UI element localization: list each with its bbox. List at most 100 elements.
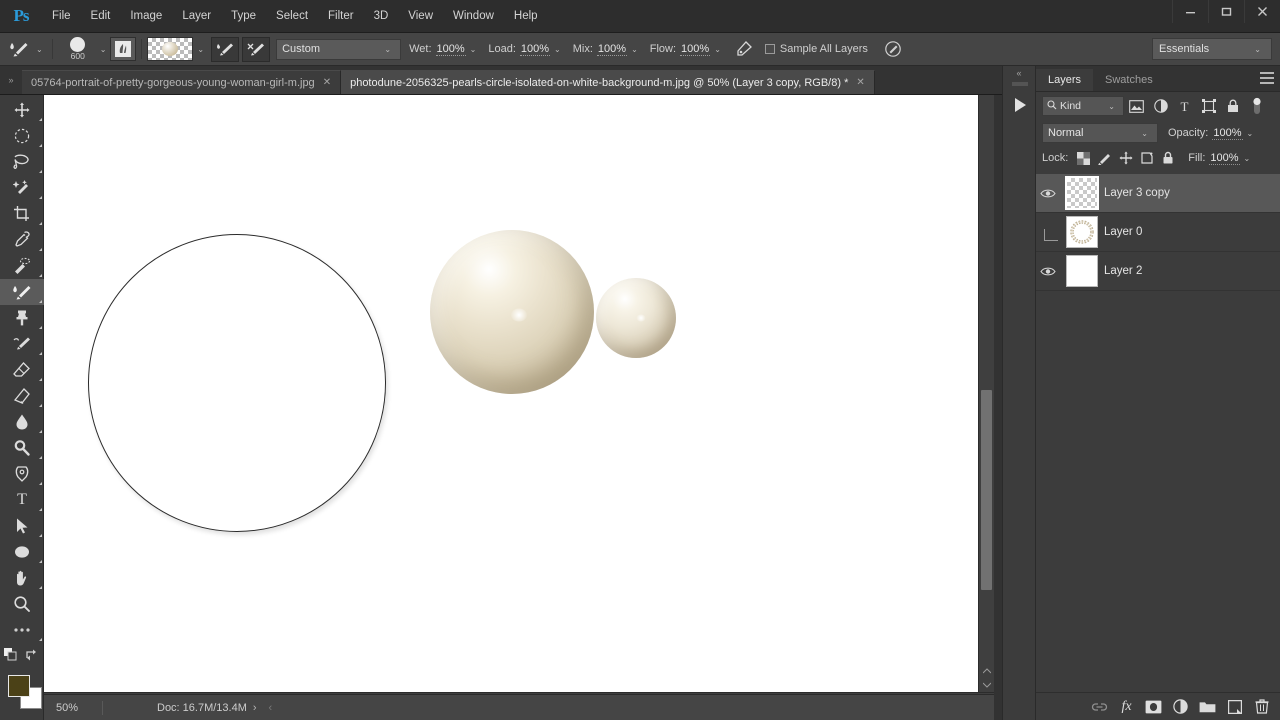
load-brush-after-stroke-icon[interactable] xyxy=(242,36,271,62)
layer-thumbnail[interactable] xyxy=(1060,213,1104,252)
mix-caret[interactable]: ⌄ xyxy=(627,45,642,54)
blend-mode-select[interactable]: Normal ⌄ xyxy=(1042,123,1158,143)
edit-toolbar-tool[interactable] xyxy=(0,617,44,643)
close-icon[interactable]: ✕ xyxy=(323,77,331,88)
sample-all-layers-checkbox[interactable]: Sample All Layers xyxy=(764,43,872,55)
wet-caret[interactable]: ⌄ xyxy=(466,45,481,54)
history-brush-tool[interactable] xyxy=(0,331,44,357)
smart-object-filter-icon[interactable] xyxy=(1221,95,1244,117)
layer-visibility-toggle[interactable] xyxy=(1036,213,1060,252)
pen-tool[interactable] xyxy=(0,461,44,487)
move-tool[interactable] xyxy=(0,97,44,123)
fill-caret[interactable]: ⌄ xyxy=(1240,154,1255,163)
new-layer-icon[interactable] xyxy=(1221,694,1248,720)
scroll-up-arrow[interactable] xyxy=(979,664,995,678)
zoom-tool[interactable] xyxy=(0,591,44,617)
tool-expand-triangle[interactable] xyxy=(39,196,42,199)
layer-name-label[interactable]: Layer 3 copy xyxy=(1104,187,1170,199)
menu-image[interactable]: Image xyxy=(120,0,172,33)
foreground-color-swatch[interactable] xyxy=(8,675,30,697)
quick-selection-tool[interactable] xyxy=(0,175,44,201)
clone-stamp-tool[interactable] xyxy=(0,305,44,331)
tool-expand-triangle[interactable] xyxy=(39,586,42,589)
tool-expand-triangle[interactable] xyxy=(39,456,42,459)
tool-expand-triangle[interactable] xyxy=(39,352,42,355)
brush-load-swatch-icon[interactable] xyxy=(147,37,194,61)
maximize-button[interactable] xyxy=(1208,0,1244,23)
zoom-level[interactable]: 50% xyxy=(44,702,96,714)
menu-file[interactable]: File xyxy=(42,0,81,33)
new-adjustment-layer-icon[interactable] xyxy=(1167,694,1194,720)
eraser-tool[interactable] xyxy=(0,357,44,383)
delete-layer-icon[interactable] xyxy=(1248,694,1275,720)
menu-window[interactable]: Window xyxy=(443,0,504,33)
tabbar-collapse-handle[interactable]: » xyxy=(0,65,22,94)
menu-help[interactable]: Help xyxy=(504,0,548,33)
checkbox-box[interactable] xyxy=(764,44,775,54)
layer-thumbnail[interactable] xyxy=(1060,252,1104,291)
load-field[interactable]: Load: 100% ⌄ xyxy=(488,43,564,56)
layer-row-2[interactable]: Layer 2 xyxy=(1036,252,1280,291)
panel-drag-grip[interactable] xyxy=(1003,80,1037,88)
spot-healing-brush-tool[interactable] xyxy=(0,253,44,279)
tool-expand-triangle[interactable] xyxy=(39,248,42,251)
minimize-button[interactable] xyxy=(1172,0,1208,23)
tool-expand-triangle[interactable] xyxy=(39,482,42,485)
close-icon[interactable]: ✕ xyxy=(856,77,864,88)
layer-thumbnail[interactable] xyxy=(1060,174,1104,213)
link-layers-icon[interactable] xyxy=(1086,694,1113,720)
layer-name-label[interactable]: Layer 0 xyxy=(1104,226,1142,238)
brush-preset-caret[interactable]: ⌄ xyxy=(96,45,111,54)
tool-expand-triangle[interactable] xyxy=(39,144,42,147)
mixer-brush-icon[interactable] xyxy=(6,37,32,61)
layer-name-label[interactable]: Layer 2 xyxy=(1104,265,1142,277)
document-tab-1[interactable]: 05764-portrait-of-pretty-gorgeous-young-… xyxy=(22,70,342,94)
tablet-pressure-icon[interactable] xyxy=(880,37,906,61)
eyedropper-tool[interactable] xyxy=(0,227,44,253)
menu-3d[interactable]: 3D xyxy=(364,0,399,33)
menu-view[interactable]: View xyxy=(398,0,443,33)
tool-expand-triangle[interactable] xyxy=(39,378,42,381)
flow-value[interactable]: 100% xyxy=(680,43,711,56)
wet-field[interactable]: Wet: 100% ⌄ xyxy=(409,43,480,56)
tool-expand-triangle[interactable] xyxy=(39,118,42,121)
load-value[interactable]: 100% xyxy=(519,43,551,56)
layer-filter-kind-select[interactable]: Kind ⌄ xyxy=(1042,96,1124,116)
airbrush-icon[interactable] xyxy=(731,37,757,61)
layer-style-fx-icon[interactable]: fx xyxy=(1113,694,1140,720)
wet-value[interactable]: 100% xyxy=(435,43,466,56)
type-layers-filter-icon[interactable]: T xyxy=(1173,95,1196,117)
lock-artboard-nesting-icon[interactable] xyxy=(1136,148,1157,168)
close-button[interactable] xyxy=(1244,0,1280,23)
clean-brush-icon[interactable] xyxy=(211,36,240,62)
lasso-tool[interactable] xyxy=(0,149,44,175)
menu-layer[interactable]: Layer xyxy=(172,0,221,33)
pixel-layers-filter-icon[interactable] xyxy=(1125,95,1148,117)
new-group-icon[interactable] xyxy=(1194,694,1221,720)
play-actions-icon[interactable] xyxy=(1003,88,1037,122)
tab-layers[interactable]: Layers xyxy=(1036,69,1094,91)
tool-expand-triangle[interactable] xyxy=(39,560,42,563)
canvas-vertical-scrollbar[interactable] xyxy=(978,95,994,692)
hand-tool[interactable] xyxy=(0,565,44,591)
horizontal-type-tool[interactable]: T xyxy=(0,487,44,513)
blur-tool[interactable] xyxy=(0,409,44,435)
layer-row-3-copy[interactable]: Layer 3 copy xyxy=(1036,174,1280,213)
ellipse-tool[interactable] xyxy=(0,539,44,565)
default-colors-icon[interactable] xyxy=(3,647,18,665)
tool-expand-triangle[interactable] xyxy=(39,638,42,641)
panel-menu-icon[interactable] xyxy=(1260,72,1274,84)
flow-caret[interactable]: ⌄ xyxy=(710,45,725,54)
tool-expand-triangle[interactable] xyxy=(39,222,42,225)
menu-edit[interactable]: Edit xyxy=(81,0,121,33)
lock-image-pixels-icon[interactable] xyxy=(1094,148,1115,168)
tool-preset-caret[interactable]: ⌄ xyxy=(32,45,47,54)
adjustment-layers-filter-icon[interactable] xyxy=(1149,95,1172,117)
elliptical-marquee-tool[interactable] xyxy=(0,123,44,149)
collapse-panels-icon[interactable]: « xyxy=(1003,66,1035,80)
document-tab-2[interactable]: photodune-2056325-pearls-circle-isolated… xyxy=(341,70,875,94)
crop-tool[interactable] xyxy=(0,201,44,227)
layer-visibility-toggle[interactable] xyxy=(1036,252,1060,291)
brush-load-caret[interactable]: ⌄ xyxy=(193,45,208,54)
layer-row-0[interactable]: Layer 0 xyxy=(1036,213,1280,252)
